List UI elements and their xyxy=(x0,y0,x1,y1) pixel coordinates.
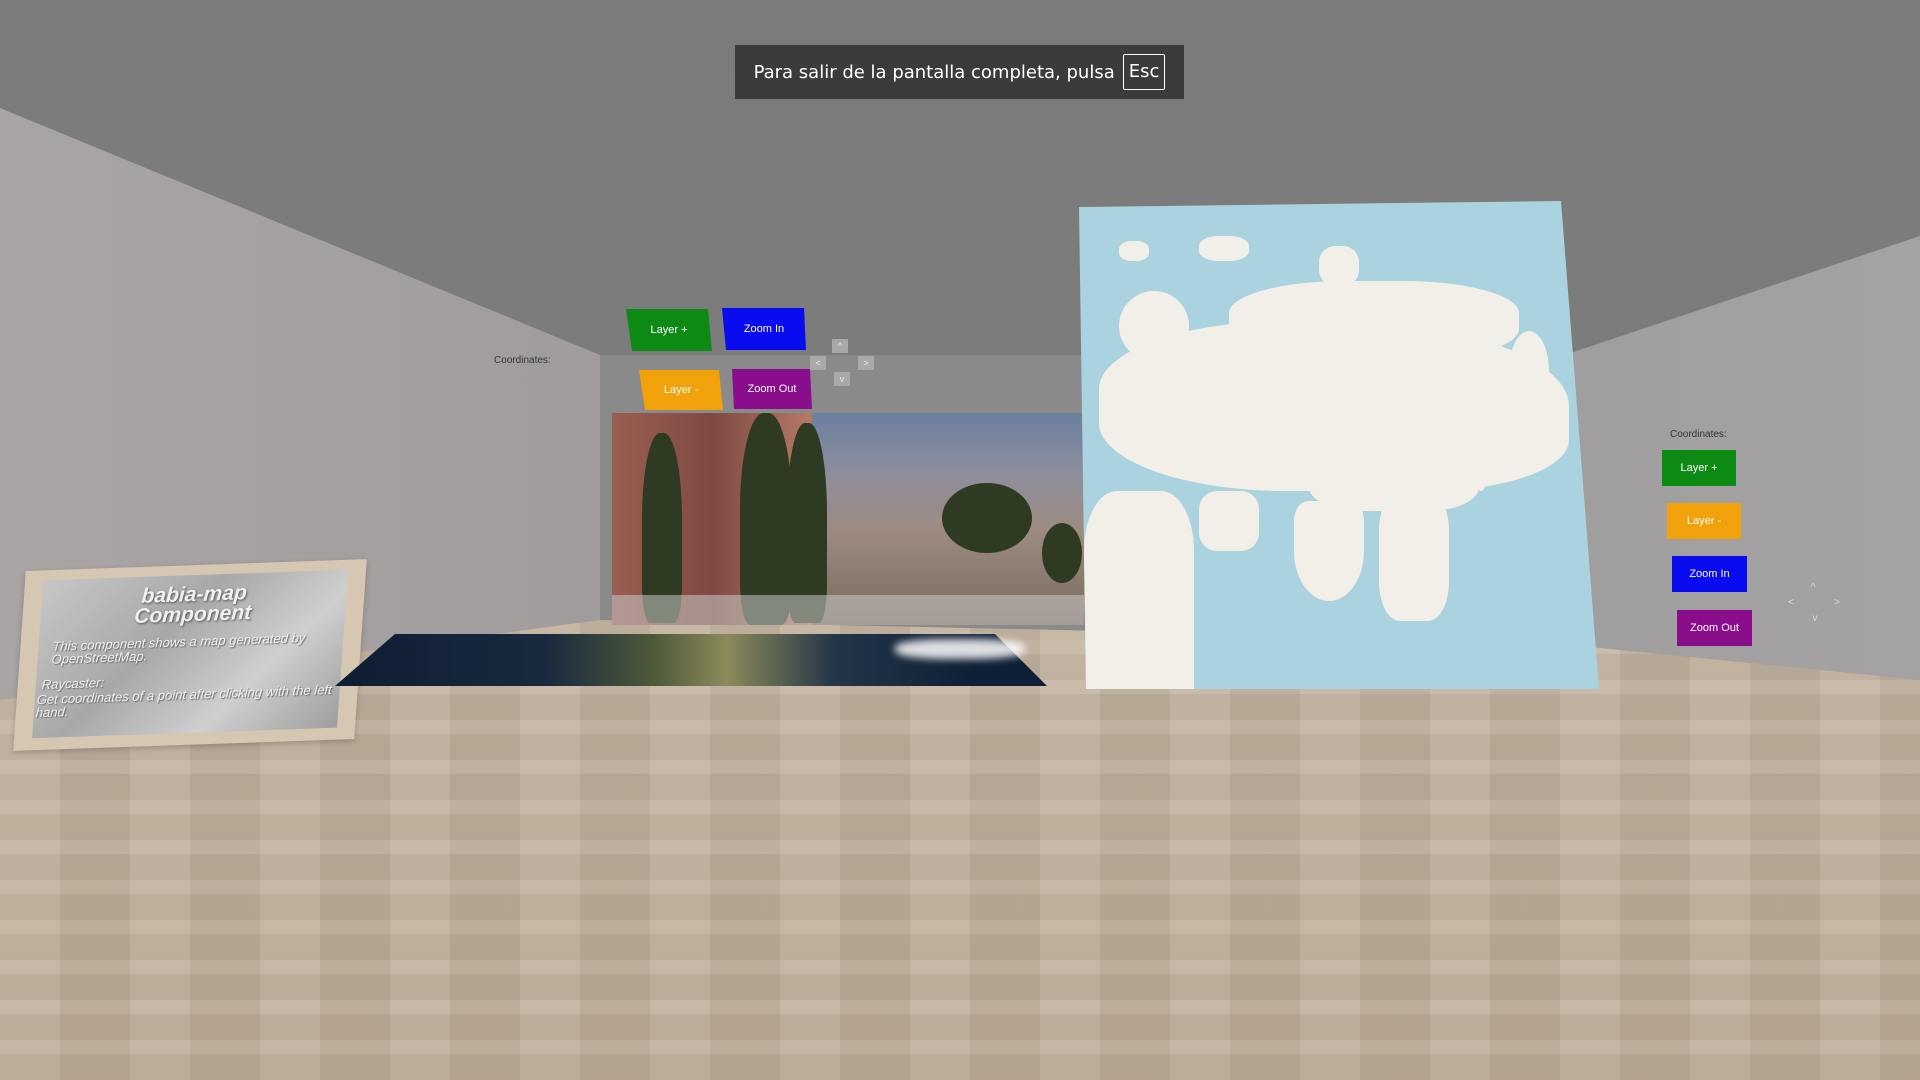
map-land-arabia xyxy=(1199,491,1259,551)
coordinates-label: Coordinates: xyxy=(1670,429,1727,440)
layer-plus-button[interactable]: Layer + xyxy=(626,309,712,351)
zoom-out-button[interactable]: Zoom Out xyxy=(732,369,812,409)
terrain-snow xyxy=(895,639,1025,659)
photo-tree xyxy=(740,413,792,625)
zoom-in-button[interactable]: Zoom In xyxy=(722,308,806,350)
zoom-out-button[interactable]: Zoom Out xyxy=(1677,610,1752,646)
photo-foreground xyxy=(612,595,1084,625)
pan-up-button[interactable]: ^ xyxy=(832,339,848,353)
pan-left-button[interactable]: < xyxy=(810,356,826,370)
map-land-kamchatka xyxy=(1509,331,1549,411)
info-title: babia-map Component xyxy=(40,580,348,631)
layer-plus-button[interactable]: Layer + xyxy=(1662,450,1736,486)
pan-down-button[interactable]: v xyxy=(1807,611,1823,625)
pan-left-button[interactable]: < xyxy=(1783,595,1799,609)
map-land-arctic-island xyxy=(1199,236,1249,261)
map-land-scandinavia xyxy=(1119,291,1189,361)
map-land-arctic-island xyxy=(1319,246,1359,286)
zoom-in-button[interactable]: Zoom In xyxy=(1672,556,1747,592)
pan-right-button[interactable]: > xyxy=(1829,595,1845,609)
vr-scene: babia-map Component This component shows… xyxy=(0,0,1920,1080)
world-map[interactable] xyxy=(1079,201,1599,689)
map-land-china xyxy=(1309,431,1479,511)
photo-tree xyxy=(942,483,1032,553)
info-panel: babia-map Component This component shows… xyxy=(13,559,367,751)
layer-minus-button[interactable]: Layer - xyxy=(639,370,723,410)
panorama-photo xyxy=(612,413,1084,625)
map-land-india xyxy=(1294,501,1364,601)
layer-minus-button[interactable]: Layer - xyxy=(1667,503,1741,539)
photo-tree xyxy=(1042,523,1082,583)
info-description: This component shows a map generated by … xyxy=(51,630,307,667)
map-land-africa xyxy=(1084,491,1194,689)
fullscreen-exit-notice: Para salir de la pantalla completa, puls… xyxy=(735,45,1184,99)
map-land-japan xyxy=(1474,441,1488,491)
esc-key-hint: Esc xyxy=(1122,54,1166,90)
photo-tree xyxy=(787,423,827,623)
map-land-arctic-island xyxy=(1119,241,1149,261)
info-panel-surface: babia-map Component This component shows… xyxy=(32,569,349,739)
map-land-siberia xyxy=(1229,281,1519,361)
fullscreen-notice-text: Para salir de la pantalla completa, puls… xyxy=(753,61,1115,83)
pan-right-button[interactable]: > xyxy=(858,356,874,370)
pan-up-button[interactable]: ^ xyxy=(1805,580,1821,594)
pan-down-button[interactable]: v xyxy=(834,372,850,386)
coordinates-label: Coordinates: xyxy=(494,355,551,366)
